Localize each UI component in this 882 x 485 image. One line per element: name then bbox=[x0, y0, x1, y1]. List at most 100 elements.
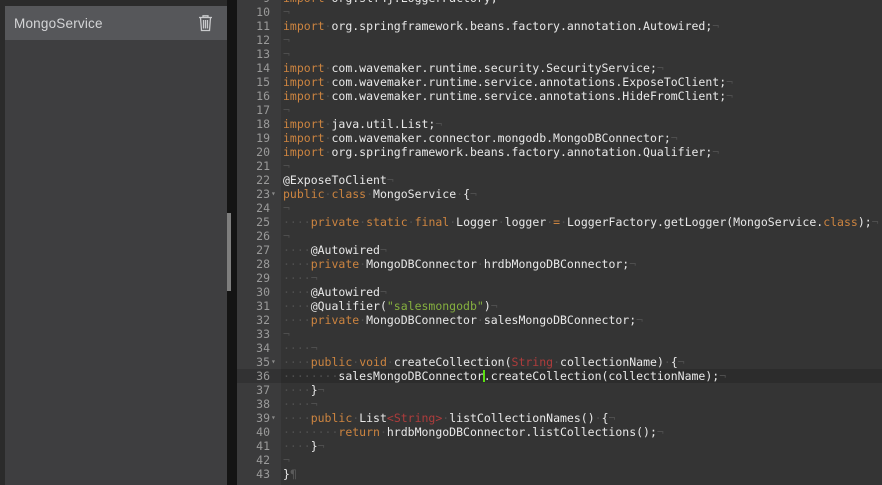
code-line[interactable]: 37 ····}¬ bbox=[237, 383, 882, 397]
code-line-text: import·java.util.List;¬ bbox=[283, 117, 442, 131]
line-number[interactable]: 22 bbox=[237, 173, 270, 187]
code-line-text: import·com.wavemaker.runtime.security.Se… bbox=[283, 61, 664, 75]
code-line-text: ¬ bbox=[283, 33, 290, 47]
services-sidebar: MongoService bbox=[0, 0, 227, 485]
line-number[interactable]: 17 bbox=[237, 103, 270, 117]
code-line[interactable]: 35▾ ····public·void·createCollection(Stri… bbox=[237, 355, 882, 369]
line-number[interactable]: 40 bbox=[237, 425, 270, 439]
code-line[interactable]: 42 ¬ bbox=[237, 453, 882, 467]
line-number[interactable]: 27 bbox=[237, 243, 270, 257]
java-service-editor-window: MongoService 9import·org.slf4j.LoggerFac… bbox=[0, 0, 882, 485]
line-number[interactable]: 38 bbox=[237, 397, 270, 411]
code-line-text: ····¬ bbox=[283, 397, 318, 411]
code-line-text: ¬ bbox=[283, 327, 290, 341]
code-line[interactable]: 26¬ bbox=[237, 229, 882, 243]
code-line[interactable]: 11import·org.springframework.beans.facto… bbox=[237, 19, 882, 33]
fold-toggle-icon[interactable]: ▾ bbox=[271, 355, 276, 369]
line-number[interactable]: 28 bbox=[237, 257, 270, 271]
line-number[interactable]: 24 bbox=[237, 201, 270, 215]
line-number[interactable]: 15 bbox=[237, 75, 270, 89]
code-line[interactable]: 23▾ public·class·MongoService·{¬ bbox=[237, 187, 882, 201]
line-number[interactable]: 29 bbox=[237, 271, 270, 285]
line-number[interactable]: 21 bbox=[237, 159, 270, 173]
code-line[interactable]: 36········salesMongoDBConnector.createCo… bbox=[237, 369, 882, 383]
line-number[interactable]: 33 bbox=[237, 327, 270, 341]
code-line[interactable]: 10¬ bbox=[237, 5, 882, 19]
line-number[interactable]: 32 bbox=[237, 313, 270, 327]
code-line[interactable]: 14 import·com.wavemaker.runtime.security.… bbox=[237, 61, 882, 75]
code-line-text: ¬ bbox=[283, 453, 290, 467]
fold-toggle-icon[interactable]: ▾ bbox=[271, 411, 276, 425]
line-number[interactable]: 13 bbox=[237, 47, 270, 61]
code-line[interactable]: 33 ¬ bbox=[237, 327, 882, 341]
code-line[interactable]: 15import·com.wavemaker.runtime.service.a… bbox=[237, 75, 882, 89]
code-line-text: }¶ bbox=[283, 467, 297, 481]
line-number[interactable]: 42 bbox=[237, 453, 270, 467]
code-line[interactable]: 38 ····¬ bbox=[237, 397, 882, 411]
line-number[interactable]: 25 bbox=[237, 215, 270, 229]
code-line-text: ····public·void·createCollection(String·… bbox=[283, 355, 685, 369]
line-number[interactable]: 18 bbox=[237, 117, 270, 131]
code-line-text: ····}¬ bbox=[283, 383, 325, 397]
code-line[interactable]: 19import·com.wavemaker.connector.mongodb… bbox=[237, 131, 882, 145]
code-line[interactable]: 29 ····¬ bbox=[237, 271, 882, 285]
code-line[interactable]: 41 ····}¬ bbox=[237, 439, 882, 453]
line-number[interactable]: 36 bbox=[237, 369, 270, 383]
code-editor[interactable]: 9import·org.slf4j.LoggerFactory;¬10¬11im… bbox=[237, 0, 882, 485]
code-line[interactable]: 32 ····private·MongoDBConnector·salesMong… bbox=[237, 313, 882, 327]
code-line-text: ····}¬ bbox=[283, 439, 325, 453]
line-number[interactable]: 11 bbox=[237, 19, 270, 33]
line-number[interactable]: 16 bbox=[237, 89, 270, 103]
code-line-text: @ExposeToClient¬ bbox=[283, 173, 394, 187]
code-line-text: ¬ bbox=[283, 47, 290, 61]
code-line-text: ····private·MongoDBConnector·salesMongoD… bbox=[283, 313, 643, 327]
panel-divider[interactable] bbox=[227, 0, 237, 485]
line-number[interactable]: 20 bbox=[237, 145, 270, 159]
code-line[interactable]: 22 @ExposeToClient¬ bbox=[237, 173, 882, 187]
code-line-text: ¬ bbox=[283, 159, 290, 173]
code-line-text: ····¬ bbox=[283, 271, 318, 285]
code-line-text: ····@Autowired¬ bbox=[283, 285, 387, 299]
delete-service-button[interactable] bbox=[195, 13, 215, 33]
line-number[interactable]: 39 bbox=[237, 411, 270, 425]
code-line[interactable]: 31····@Qualifier("salesmongodb")¬ bbox=[237, 299, 882, 313]
line-number[interactable]: 14 bbox=[237, 61, 270, 75]
line-number[interactable]: 31 bbox=[237, 299, 270, 313]
code-line[interactable]: 30 ····@Autowired¬ bbox=[237, 285, 882, 299]
line-number[interactable]: 19 bbox=[237, 131, 270, 145]
code-line[interactable]: 12 ¬ bbox=[237, 33, 882, 47]
code-line[interactable]: 20 import·org.springframework.beans.facto… bbox=[237, 145, 882, 159]
code-line-text: ····¬ bbox=[283, 341, 318, 355]
code-line-text: ¬ bbox=[283, 103, 290, 117]
code-line[interactable]: 39▾ ····public·List<String>·listCollectio… bbox=[237, 411, 882, 425]
code-line-text: public·class·MongoService·{¬ bbox=[283, 187, 477, 201]
code-line[interactable]: 40········return·hrdbMongoDBConnector.li… bbox=[237, 425, 882, 439]
code-line[interactable]: 24¬ bbox=[237, 201, 882, 215]
line-number[interactable]: 34 bbox=[237, 341, 270, 355]
code-line-text: ····private·static·final·Logger·logger·=… bbox=[283, 215, 879, 229]
line-number[interactable]: 23 bbox=[237, 187, 270, 201]
code-line[interactable]: 16import·com.wavemaker.runtime.service.a… bbox=[237, 89, 882, 103]
code-line[interactable]: 13 ¬ bbox=[237, 47, 882, 61]
code-line-text: ····public·List<String>·listCollectionNa… bbox=[283, 411, 615, 425]
code-line[interactable]: 27····@Autowired¬ bbox=[237, 243, 882, 257]
sidebar-item-mongoservice[interactable]: MongoService bbox=[5, 6, 227, 40]
line-number[interactable]: 43 bbox=[237, 467, 270, 481]
code-line[interactable]: 21 ¬ bbox=[237, 159, 882, 173]
line-number[interactable]: 26 bbox=[237, 229, 270, 243]
code-line[interactable]: 17 ¬ bbox=[237, 103, 882, 117]
code-line[interactable]: 18 import·java.util.List;¬ bbox=[237, 117, 882, 131]
line-number[interactable]: 30 bbox=[237, 285, 270, 299]
code-line[interactable]: 28····private·MongoDBConnector·hrdbMongo… bbox=[237, 257, 882, 271]
code-line[interactable]: 34 ····¬ bbox=[237, 341, 882, 355]
line-number[interactable]: 41 bbox=[237, 439, 270, 453]
scrollbar-thumb[interactable] bbox=[227, 213, 231, 291]
line-number[interactable]: 10 bbox=[237, 5, 270, 19]
line-number[interactable]: 37 bbox=[237, 383, 270, 397]
code-line[interactable]: 43 }¶ bbox=[237, 467, 882, 481]
code-line[interactable]: 25 ····private·static·final·Logger·logger… bbox=[237, 215, 882, 229]
fold-toggle-icon[interactable]: ▾ bbox=[271, 187, 276, 201]
line-number[interactable]: 12 bbox=[237, 33, 270, 47]
line-number[interactable]: 35 bbox=[237, 355, 270, 369]
code-line-text: import·org.springframework.beans.factory… bbox=[283, 145, 719, 159]
